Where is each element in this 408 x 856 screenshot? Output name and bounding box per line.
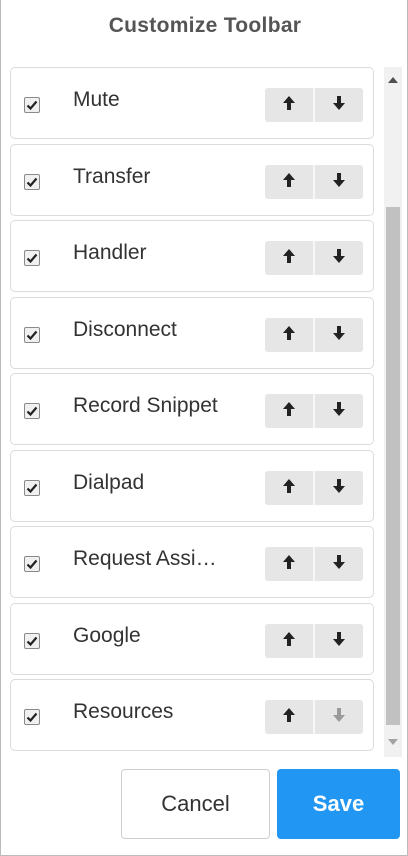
move-down-button[interactable] [315,88,363,122]
list-scrollbar[interactable] [384,67,402,757]
customize-toolbar-dialog: Customize Toolbar Mute Transfer Handler Dis… [0,0,408,856]
check-icon [26,330,38,341]
scrollbar-thumb[interactable] [386,207,400,725]
toolbar-item-row: Disconnect [10,297,374,369]
move-up-button[interactable] [265,88,313,122]
reorder-button-group [265,547,363,581]
arrow-up-icon [281,630,297,653]
reorder-button-group [265,471,363,505]
toolbar-items-list[interactable]: Mute Transfer Handler Disconnect Record Snip… [10,67,376,757]
item-checkbox[interactable] [24,556,40,572]
move-up-button[interactable] [265,624,313,658]
item-label: Mute [73,88,120,111]
scroll-up-arrow-icon[interactable] [384,71,402,89]
item-label: Google [73,624,141,647]
check-icon [26,636,38,647]
toolbar-item-row: Mute [10,67,374,139]
move-down-button[interactable] [315,624,363,658]
toolbar-item-row: Resources [10,679,374,751]
item-checkbox[interactable] [24,97,40,113]
move-down-button[interactable] [315,700,363,734]
reorder-button-group [265,700,363,734]
reorder-button-group [265,165,363,199]
cancel-button[interactable]: Cancel [121,769,270,839]
check-icon [26,406,38,417]
item-label: Resources [73,700,174,723]
toolbar-item-row: Request Assi… [10,526,374,598]
reorder-button-group [265,318,363,352]
move-down-button[interactable] [315,471,363,505]
arrow-up-icon [281,171,297,194]
move-down-button[interactable] [315,165,363,199]
item-checkbox[interactable] [24,174,40,190]
item-label: Transfer [73,165,151,188]
save-button[interactable]: Save [277,769,400,839]
item-label: Request Assi… [73,547,217,570]
toolbar-item-row: Record Snippet [10,373,374,445]
move-up-button[interactable] [265,471,313,505]
item-label: Disconnect [73,318,177,341]
move-down-button[interactable] [315,547,363,581]
move-down-button[interactable] [315,394,363,428]
move-up-button[interactable] [265,241,313,275]
arrow-up-icon [281,706,297,729]
arrow-down-icon [331,324,347,347]
arrow-down-icon [331,477,347,500]
item-label: Dialpad [73,471,145,494]
item-checkbox[interactable] [24,633,40,649]
move-down-button[interactable] [315,318,363,352]
reorder-button-group [265,394,363,428]
item-label: Record Snippet [73,394,218,417]
arrow-up-icon [281,553,297,576]
check-icon [26,483,38,494]
item-checkbox[interactable] [24,327,40,343]
item-checkbox[interactable] [24,480,40,496]
move-up-button[interactable] [265,318,313,352]
toolbar-item-row: Dialpad [10,450,374,522]
arrow-down-icon [331,553,347,576]
toolbar-item-row: Transfer [10,144,374,216]
arrow-down-icon [331,247,347,270]
arrow-down-icon [331,400,347,423]
move-down-button[interactable] [315,241,363,275]
arrow-down-icon [331,706,347,729]
arrow-down-icon [331,630,347,653]
toolbar-item-row: Google [10,603,374,675]
reorder-button-group [265,241,363,275]
arrow-up-icon [281,477,297,500]
arrow-up-icon [281,324,297,347]
item-checkbox[interactable] [24,403,40,419]
reorder-button-group [265,624,363,658]
arrow-up-icon [281,94,297,117]
move-up-button[interactable] [265,165,313,199]
arrow-up-icon [281,247,297,270]
item-label: Handler [73,241,147,264]
scroll-down-arrow-icon[interactable] [384,733,402,751]
move-up-button[interactable] [265,700,313,734]
check-icon [26,559,38,570]
dialog-title: Customize Toolbar [108,14,302,37]
item-checkbox[interactable] [24,250,40,266]
reorder-button-group [265,88,363,122]
arrow-up-icon [281,400,297,423]
move-up-button[interactable] [265,394,313,428]
check-icon [26,177,38,188]
check-icon [26,100,38,111]
item-checkbox[interactable] [24,709,40,725]
check-icon [26,712,38,723]
arrow-down-icon [331,171,347,194]
arrow-down-icon [331,94,347,117]
toolbar-item-row: Handler [10,220,374,292]
check-icon [26,253,38,264]
move-up-button[interactable] [265,547,313,581]
